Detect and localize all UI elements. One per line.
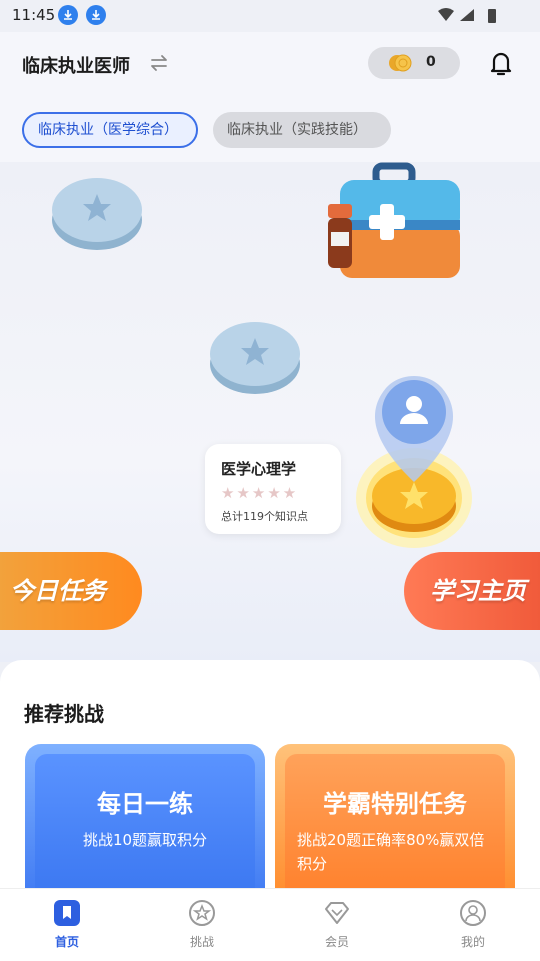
knowledge-card-title: 医学心理学 [221,460,297,478]
rating-stars: ★★★★★ [221,484,299,502]
switch-icon[interactable] [148,52,170,74]
nav-label: 挑战 [189,935,214,949]
nav-item-profile[interactable]: 我的 [433,899,513,950]
header: 临床执业医师 0 临床执业（医学综合） 临床执业（实践技能） [0,32,540,162]
nav-label: 会员 [324,935,349,949]
knowledge-card[interactable]: 医学心理学 ★★★★★ 总计119个知识点 [205,444,341,534]
nav-item-home[interactable]: 首页 [27,899,107,950]
daily-practice-card[interactable]: 每日一练 挑战10题赢取积分 [25,744,265,904]
system-status-icons [438,8,496,23]
knowledge-card-subtitle: 总计119个知识点 [221,510,308,523]
user-icon [460,900,486,926]
nav-label: 首页 [54,935,79,949]
download-icon [58,5,78,25]
coin-count: 0 [426,54,436,70]
status-time: 11:45 [12,6,56,24]
status-bar: 11:45 [0,0,540,32]
tab-clinical-medical-comprehensive[interactable]: 临床执业（医学综合） [22,112,198,148]
diamond-icon [325,902,349,924]
card-subtitle: 挑战10题赢取积分 [82,831,208,849]
card-subtitle: 挑战20题正确率80%赢双倍积分 [297,831,485,873]
recommend-section: 推荐挑战 每日一练 挑战10题赢取积分 学霸特别任务 挑战20题正确率80%赢双… [0,660,540,904]
card-inner: 学霸特别任务 挑战20题正确率80%赢双倍积分 [285,754,505,904]
locked-level-node[interactable] [208,314,302,398]
card-title: 每日一练 [97,790,193,818]
today-tasks-button[interactable]: 今日任务 [0,552,142,630]
nav-item-member[interactable]: 会员 [297,899,377,950]
current-level-node[interactable] [352,362,480,552]
special-task-card[interactable]: 学霸特别任务 挑战20题正确率80%赢双倍积分 [275,744,515,904]
star-circle-icon [189,900,215,926]
bell-icon[interactable] [486,48,516,78]
page-title: 临床执业医师 [22,56,130,77]
learning-map: 医学心理学 ★★★★★ 总计119个知识点 今日任务 学习主页 [0,162,540,662]
medical-kit-icon [328,162,460,278]
bottom-nav: 首页 挑战 会员 我的 [0,888,540,961]
nav-label: 我的 [460,935,485,949]
nav-item-challenge[interactable]: 挑战 [162,899,242,950]
study-home-button[interactable]: 学习主页 [404,552,540,630]
card-title: 学霸特别任务 [323,790,467,818]
download-icon [86,5,106,25]
tab-clinical-practical-skills[interactable]: 临床执业（实践技能） [213,112,391,148]
coin-balance[interactable]: 0 [368,47,460,79]
locked-level-node[interactable] [50,170,144,254]
section-title: 推荐挑战 [24,702,104,726]
coin-icon [389,54,412,72]
card-inner: 每日一练 挑战10题赢取积分 [35,754,255,904]
bookmark-icon [54,900,80,926]
